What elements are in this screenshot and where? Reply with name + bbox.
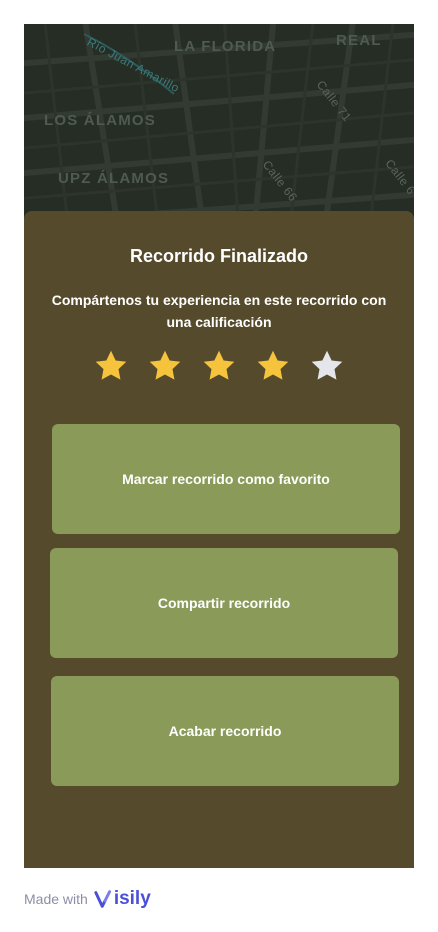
map-label-los-alamos: LOS ÁLAMOS — [44, 112, 156, 129]
map-view[interactable]: LA FLORIDA REAL LOS ÁLAMOS UPZ ÁLAMOS Ca… — [24, 24, 414, 224]
visily-v-icon — [94, 890, 111, 908]
rating-sheet: Recorrido Finalizado Compártenos tu expe… — [24, 211, 414, 868]
map-label-upz-alamos: UPZ ÁLAMOS — [58, 170, 170, 187]
visily-logo: isily — [94, 888, 151, 910]
visily-wordmark: isily — [113, 888, 151, 909]
app-screen: LA FLORIDA REAL LOS ÁLAMOS UPZ ÁLAMOS Ca… — [24, 24, 414, 868]
star-icon-1[interactable] — [93, 348, 129, 384]
sheet-subtitle: Compártenos tu experiencia en este recor… — [51, 292, 387, 330]
sheet-title: Recorrido Finalizado — [129, 246, 309, 266]
finish-button[interactable]: Acabar recorrido — [51, 676, 399, 786]
star-icon-5[interactable] — [309, 348, 345, 384]
made-with-text: Made with — [24, 891, 88, 907]
star-icon-2[interactable] — [147, 348, 183, 384]
star-rating — [24, 348, 414, 388]
made-with-footer[interactable]: Made with isily — [24, 884, 151, 914]
map-label-real: REAL — [336, 32, 382, 49]
favorite-button[interactable]: Marcar recorrido como favorito — [52, 424, 400, 534]
map-label-la-florida: LA FLORIDA — [174, 38, 277, 55]
share-button[interactable]: Compartir recorrido — [50, 548, 398, 658]
star-icon-3[interactable] — [201, 348, 237, 384]
star-icon-4[interactable] — [255, 348, 291, 384]
